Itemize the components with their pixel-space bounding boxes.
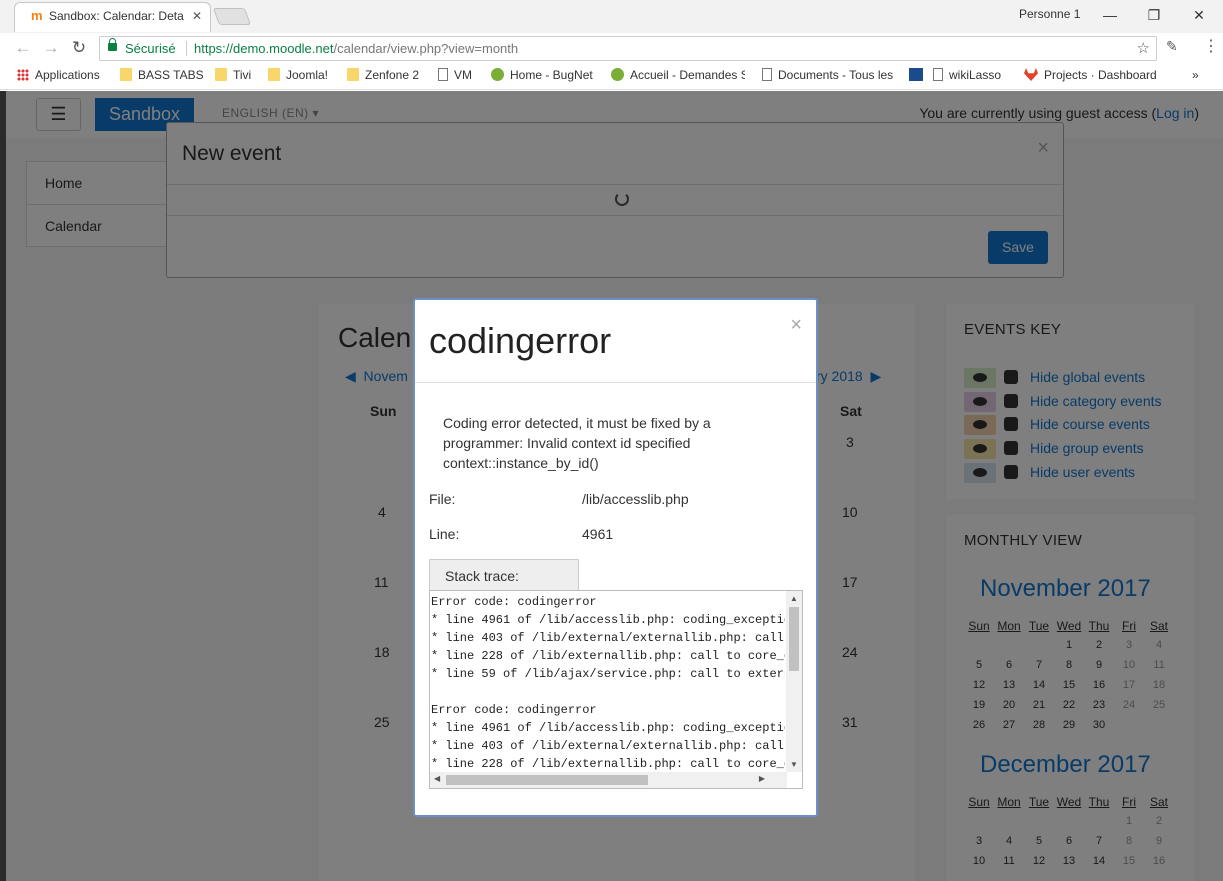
folder-icon xyxy=(120,68,132,81)
security-label: Sécurisé xyxy=(125,41,176,56)
bookmark-gitlab[interactable]: Projects · Dashboard xyxy=(1024,68,1157,82)
bookmark-tivi[interactable]: Tivi xyxy=(215,68,251,82)
stack-trace-box[interactable]: Error code: codingerror * line 4961 of /… xyxy=(429,590,803,789)
gitlab-icon xyxy=(1024,68,1038,81)
eyedropper-extension-icon[interactable]: ✎ xyxy=(1166,38,1178,55)
restore-icon[interactable]: ❐ xyxy=(1138,3,1170,27)
bugnet-icon xyxy=(611,68,624,81)
stack-trace-tab[interactable]: Stack trace: xyxy=(429,559,579,591)
profile-button[interactable]: Personne 1 xyxy=(1019,7,1080,21)
url-path: /calendar/view.php?view=month xyxy=(333,41,519,56)
tab-title: Sandbox: Calendar: Deta xyxy=(49,9,184,23)
error-modal: codingerror × Coding error detected, it … xyxy=(413,298,818,817)
address-bar[interactable]: Sécurisé https://demo.moodle.net/calenda… xyxy=(99,36,1157,61)
folder-icon xyxy=(215,68,227,81)
bookmark-vm[interactable]: VM xyxy=(438,68,472,82)
minimize-icon[interactable]: — xyxy=(1094,3,1126,27)
file-value: /lib/accesslib.php xyxy=(582,491,689,507)
bookmarks-overflow-icon[interactable]: » xyxy=(1192,68,1199,82)
bookmark-zenfone[interactable]: Zenfone 2 xyxy=(347,68,419,82)
browser-tabstrip: m Sandbox: Calendar: Deta ✕ Personne 1 —… xyxy=(0,0,1223,33)
browser-toolbar: ← → ↻ Sécurisé https://demo.moodle.net/c… xyxy=(0,33,1223,63)
bookmark-joomla[interactable]: Joomla! xyxy=(268,68,328,82)
bookmark-documents[interactable]: Documents - Tous les xyxy=(762,68,895,82)
url-text: https://demo.moodle.net/calendar/view.ph… xyxy=(194,37,518,60)
close-window-icon[interactable]: ✕ xyxy=(1183,3,1215,27)
bookmark-accueil[interactable]: Accueil - Demandes S xyxy=(611,68,745,82)
new-tab-button[interactable] xyxy=(212,8,252,25)
page-icon xyxy=(933,68,943,81)
moodle-favicon-icon: m xyxy=(31,8,43,23)
vertical-scrollbar[interactable]: ▲ ▼ xyxy=(786,591,802,772)
stack-trace-text: Error code: codingerror * line 4961 of /… xyxy=(431,595,785,771)
page-icon xyxy=(438,68,448,81)
bookmark-wikilasso[interactable]: wikiLasso xyxy=(909,68,1001,82)
error-title: codingerror xyxy=(429,320,612,361)
tab-close-icon[interactable]: ✕ xyxy=(188,9,202,23)
bookmark-bass-tabs[interactable]: BASS TABS xyxy=(120,68,204,82)
forward-arrow-icon[interactable]: → xyxy=(40,37,62,59)
bookmarks-bar: Applications BASS TABS Tivi Joomla! Zenf… xyxy=(0,63,1223,90)
file-label: File: xyxy=(429,491,456,507)
wiki-icon xyxy=(909,68,923,81)
url-host: https://demo.moodle.net xyxy=(194,41,334,56)
back-arrow-icon[interactable]: ← xyxy=(12,37,34,59)
error-message: Coding error detected, it must be fixed … xyxy=(443,415,711,471)
close-icon[interactable]: × xyxy=(790,314,802,337)
bookmark-bugnet[interactable]: Home - BugNet xyxy=(491,68,593,82)
line-label: Line: xyxy=(429,526,460,542)
line-value: 4961 xyxy=(582,526,614,542)
folder-icon xyxy=(268,68,280,81)
page-icon xyxy=(762,68,772,81)
menu-kebab-icon[interactable]: ⋮ xyxy=(1203,36,1219,56)
bugnet-icon xyxy=(491,68,504,81)
apps-grid-icon xyxy=(17,69,29,81)
horizontal-scrollbar[interactable]: ◀ ▶ xyxy=(430,772,787,788)
bookmark-applications[interactable]: Applications xyxy=(17,68,100,82)
browser-tab[interactable]: m Sandbox: Calendar: Deta ✕ xyxy=(14,2,211,32)
bookmark-star-icon[interactable]: ☆ xyxy=(1137,37,1150,60)
reload-icon[interactable]: ↻ xyxy=(68,37,90,59)
folder-icon xyxy=(347,68,359,81)
lock-icon xyxy=(108,38,117,51)
